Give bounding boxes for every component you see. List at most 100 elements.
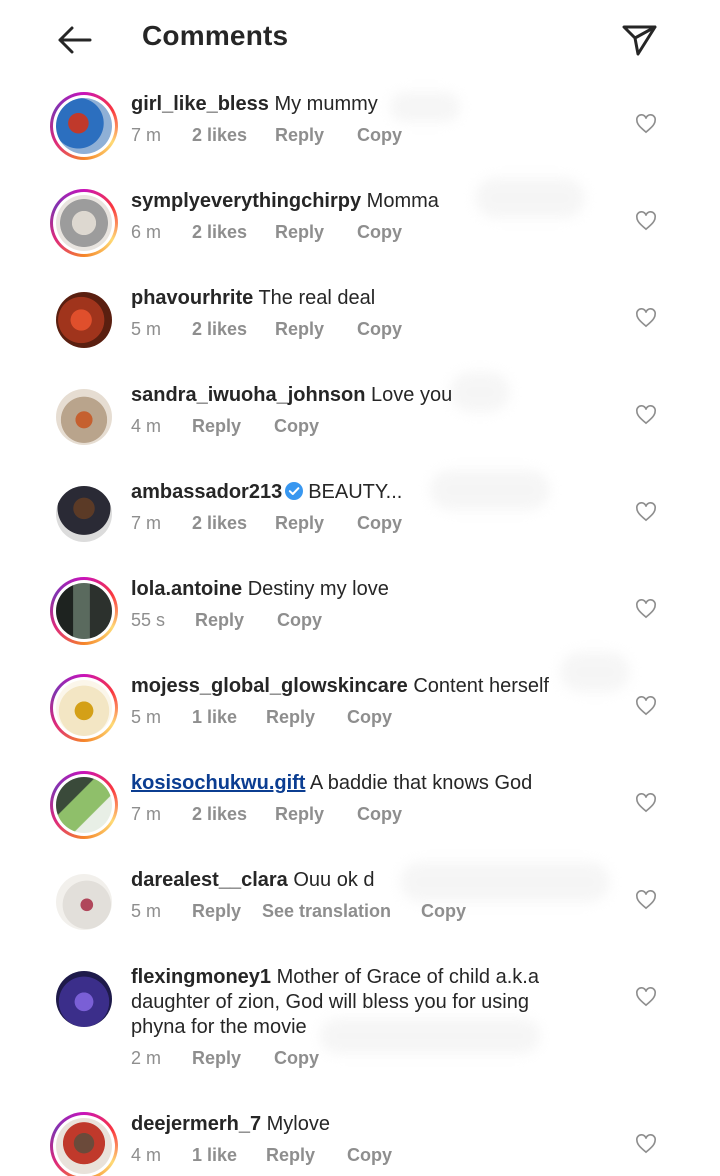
comment-time: 5 m: [131, 901, 162, 921]
heart-icon[interactable]: [635, 793, 657, 813]
comment-username[interactable]: mojess_global_glowskincare: [131, 675, 408, 697]
story-ring: [50, 189, 118, 257]
comment-username[interactable]: lola.antoine: [131, 578, 242, 600]
avatar-image: [56, 680, 112, 736]
comment-time: 7 m: [131, 804, 162, 824]
comment-username[interactable]: kosisochukwu.gift: [131, 772, 305, 794]
heart-icon[interactable]: [635, 502, 657, 522]
comment-meta: 5 m Reply See translation Copy: [131, 901, 571, 927]
likes-count[interactable]: 2 likes: [192, 319, 247, 340]
back-button[interactable]: [52, 20, 96, 60]
comment-text: daughter of zion, God will bless you for…: [131, 991, 529, 1013]
heart-icon[interactable]: [635, 696, 657, 716]
avatar-image: [56, 874, 112, 930]
paper-plane-icon: [622, 25, 657, 56]
avatar[interactable]: [50, 674, 118, 742]
comment-text: The real deal: [258, 287, 376, 309]
comment-text: phyna for the movie: [131, 1016, 307, 1038]
copy-button[interactable]: Copy: [274, 1048, 319, 1069]
share-button[interactable]: [618, 18, 660, 60]
reply-button[interactable]: Reply: [275, 804, 324, 825]
avatar-image: [56, 583, 112, 639]
heart-icon[interactable]: [635, 599, 657, 619]
avatar-image: [56, 971, 112, 1027]
avatar[interactable]: [50, 286, 118, 354]
heart-icon[interactable]: [635, 987, 657, 1007]
copy-button[interactable]: Copy: [347, 1145, 392, 1166]
likes-count[interactable]: 2 likes: [192, 222, 247, 243]
copy-button[interactable]: Copy: [357, 513, 402, 534]
reply-button[interactable]: Reply: [266, 1145, 315, 1166]
comment-meta: 4 m Reply Copy: [131, 416, 571, 442]
comment-time: 4 m: [131, 1145, 162, 1165]
comment-time: 6 m: [131, 222, 162, 242]
avatar-image: [56, 389, 112, 445]
avatar[interactable]: [50, 383, 118, 451]
avatar-image: [56, 1118, 112, 1174]
avatar[interactable]: [50, 1112, 118, 1176]
reply-button[interactable]: Reply: [195, 610, 244, 631]
avatar[interactable]: [50, 965, 118, 1033]
comment-text: Love you: [371, 384, 453, 406]
copy-button[interactable]: Copy: [347, 707, 392, 728]
avatar[interactable]: [50, 771, 118, 839]
avatar[interactable]: [50, 480, 118, 548]
comment-meta: 7 m 2 likes Reply Copy: [131, 513, 571, 539]
reply-button[interactable]: Reply: [192, 1048, 241, 1069]
reply-button[interactable]: Reply: [275, 125, 324, 146]
page-title: Comments: [142, 20, 289, 51]
comment-text: Ouu ok d: [293, 869, 375, 891]
avatar[interactable]: [50, 189, 118, 257]
comment-time: 4 m: [131, 416, 162, 436]
reply-button[interactable]: Reply: [275, 319, 324, 340]
copy-button[interactable]: Copy: [274, 416, 319, 437]
comment-time: 5 m: [131, 707, 162, 727]
comment-text: Mother of Grace of child a.k.a: [276, 966, 539, 988]
likes-count[interactable]: 1 like: [192, 707, 237, 728]
heart-icon[interactable]: [635, 211, 657, 231]
heart-icon[interactable]: [635, 308, 657, 328]
likes-count[interactable]: 2 likes: [192, 513, 247, 534]
comment-username[interactable]: phavourhrite: [131, 287, 253, 309]
comment-meta: 55 s Reply Copy: [131, 610, 571, 636]
copy-button[interactable]: Copy: [357, 125, 402, 146]
copy-button[interactable]: Copy: [357, 319, 402, 340]
comment-text: My mummy: [274, 93, 378, 115]
heart-icon[interactable]: [635, 114, 657, 134]
heart-icon[interactable]: [635, 1134, 657, 1154]
header: Comments: [0, 0, 720, 78]
reply-button[interactable]: Reply: [275, 222, 324, 243]
comment-username[interactable]: darealest__clara: [131, 869, 288, 891]
comment-meta: 6 m 2 likes Reply Copy: [131, 222, 571, 248]
comment-username[interactable]: ambassador213: [131, 481, 282, 503]
reply-button[interactable]: Reply: [192, 901, 241, 922]
comment-meta: 7 m 2 likes Reply Copy: [131, 804, 571, 830]
copy-button[interactable]: Copy: [357, 804, 402, 825]
comment-username[interactable]: girl_like_bless: [131, 93, 269, 115]
heart-icon[interactable]: [635, 405, 657, 425]
likes-count[interactable]: 2 likes: [192, 125, 247, 146]
reply-button[interactable]: Reply: [275, 513, 324, 534]
avatar[interactable]: [50, 577, 118, 645]
comment-meta: 5 m 2 likes Reply Copy: [131, 319, 571, 345]
comment-username[interactable]: symplyeverythingchirpy: [131, 190, 361, 212]
reply-button[interactable]: Reply: [192, 416, 241, 437]
avatar[interactable]: [50, 868, 118, 936]
comment-time: 2 m: [131, 1048, 162, 1068]
see-translation-button[interactable]: See translation: [262, 901, 391, 922]
avatar-image: [56, 195, 112, 251]
comment-text: BEAUTY...: [308, 481, 403, 503]
comment-username[interactable]: flexingmoney1: [131, 966, 271, 988]
copy-button[interactable]: Copy: [421, 901, 466, 922]
comment-username[interactable]: deejermerh_7: [131, 1113, 261, 1135]
comment-username[interactable]: sandra_iwuoha_johnson: [131, 384, 365, 406]
reply-button[interactable]: Reply: [266, 707, 315, 728]
likes-count[interactable]: 1 like: [192, 1145, 237, 1166]
copy-button[interactable]: Copy: [357, 222, 402, 243]
likes-count[interactable]: 2 likes: [192, 804, 247, 825]
comment-text: Mylove: [266, 1113, 330, 1135]
heart-icon[interactable]: [635, 890, 657, 910]
copy-button[interactable]: Copy: [277, 610, 322, 631]
avatar[interactable]: [50, 92, 118, 160]
story-ring: [50, 1112, 118, 1176]
